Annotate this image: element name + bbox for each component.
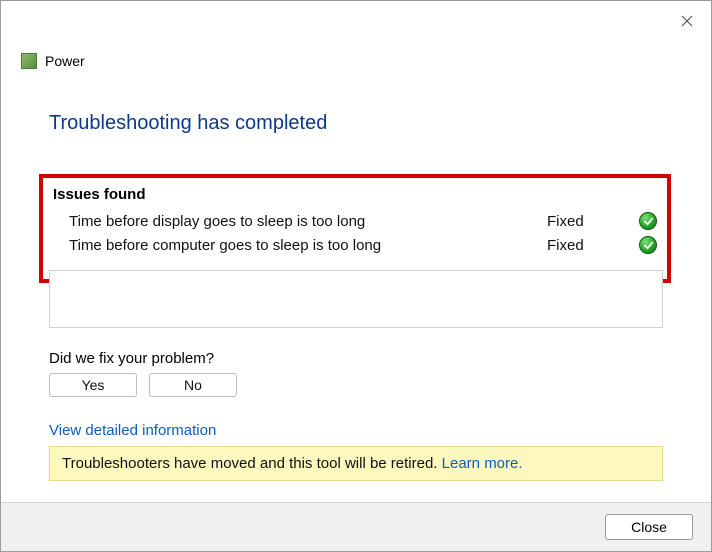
feedback-question: Did we fix your problem? — [49, 350, 214, 367]
window-title: Power — [45, 53, 85, 69]
issue-status: Fixed — [547, 237, 637, 254]
close-button[interactable]: Close — [605, 514, 693, 540]
retirement-notice: Troubleshooters have moved and this tool… — [49, 446, 663, 481]
issue-status: Fixed — [547, 213, 637, 230]
feedback-buttons: Yes No — [49, 373, 237, 397]
fixed-check-icon — [637, 212, 657, 230]
issue-row: Time before display goes to sleep is too… — [53, 209, 657, 233]
details-panel — [49, 270, 663, 328]
issues-heading: Issues found — [53, 186, 657, 203]
close-icon[interactable] — [677, 11, 697, 31]
window-header: Power — [21, 53, 85, 69]
issues-found-box: Issues found Time before display goes to… — [39, 174, 671, 283]
issue-description: Time before computer goes to sleep is to… — [69, 237, 547, 254]
view-detailed-link[interactable]: View detailed information — [49, 422, 216, 439]
no-button[interactable]: No — [149, 373, 237, 397]
fixed-check-icon — [637, 236, 657, 254]
learn-more-link[interactable]: Learn more. — [442, 455, 523, 472]
power-icon — [21, 53, 37, 69]
yes-button[interactable]: Yes — [49, 373, 137, 397]
page-title: Troubleshooting has completed — [49, 112, 327, 135]
footer-bar: Close — [1, 502, 711, 551]
notice-text: Troubleshooters have moved and this tool… — [62, 455, 442, 472]
issue-description: Time before display goes to sleep is too… — [69, 213, 547, 230]
issue-row: Time before computer goes to sleep is to… — [53, 233, 657, 257]
